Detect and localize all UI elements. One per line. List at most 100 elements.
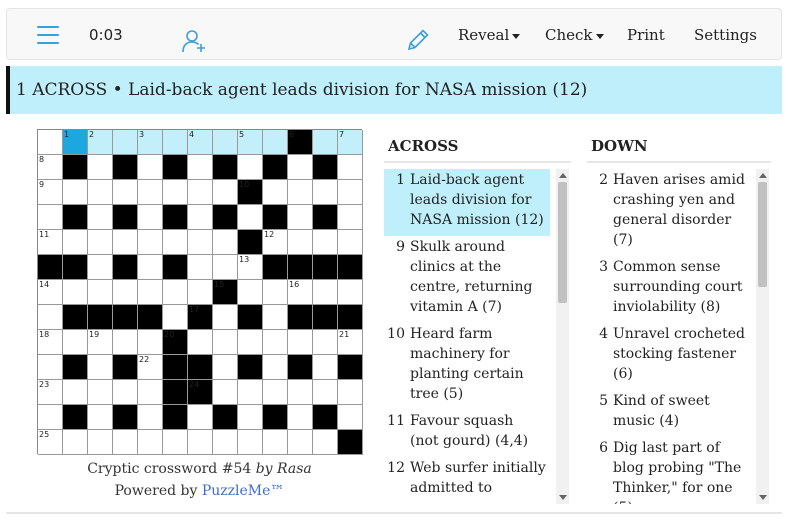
grid-cell[interactable] [288, 230, 313, 255]
grid-cell[interactable]: 5 [238, 130, 263, 155]
grid-cell[interactable] [188, 230, 213, 255]
grid-cell[interactable] [288, 180, 313, 205]
grid-cell[interactable] [188, 280, 213, 305]
scroll-up-arrow-icon[interactable] [759, 173, 767, 178]
clue-item[interactable]: 3 Common sense surrounding court inviolab… [587, 256, 753, 323]
clue-item[interactable]: 2 Haven arises amid crashing yen and gene… [587, 169, 753, 256]
grid-cell[interactable] [238, 430, 263, 455]
grid-cell[interactable] [238, 155, 263, 180]
grid-cell[interactable] [188, 255, 213, 280]
grid-cell[interactable] [113, 330, 138, 355]
grid-cell[interactable] [213, 255, 238, 280]
grid-cell[interactable] [338, 380, 363, 405]
grid-cell[interactable]: 1 [63, 130, 88, 155]
clue-item[interactable]: 12 Web surfer initially admitted to [384, 457, 550, 504]
across-scrollbar[interactable] [556, 169, 569, 504]
grid-cell[interactable] [38, 355, 63, 380]
check-menu[interactable]: Check [545, 9, 604, 61]
grid-cell[interactable] [288, 405, 313, 430]
grid-cell[interactable]: 11 [38, 230, 63, 255]
pencil-icon[interactable] [405, 22, 431, 51]
grid-cell[interactable] [138, 255, 163, 280]
grid-cell[interactable] [138, 155, 163, 180]
grid-cell[interactable] [113, 230, 138, 255]
grid-cell[interactable] [163, 280, 188, 305]
grid-cell[interactable] [138, 405, 163, 430]
grid-cell[interactable]: 16 [288, 280, 313, 305]
grid-cell[interactable] [338, 280, 363, 305]
grid-cell[interactable] [188, 430, 213, 455]
grid-cell[interactable] [138, 205, 163, 230]
puzzleme-link[interactable]: PuzzleMe™ [202, 483, 285, 499]
grid-cell[interactable]: 23 [38, 380, 63, 405]
grid-cell[interactable] [213, 330, 238, 355]
grid-cell[interactable] [288, 205, 313, 230]
grid-cell[interactable]: 12 [263, 230, 288, 255]
scroll-down-arrow-icon[interactable] [559, 495, 567, 500]
scrollbar-thumb[interactable] [758, 182, 767, 287]
grid-cell[interactable] [113, 130, 138, 155]
grid-cell[interactable]: 18 [38, 330, 63, 355]
grid-cell[interactable] [238, 280, 263, 305]
reveal-menu[interactable]: Reveal [458, 9, 520, 61]
grid-cell[interactable]: 8 [38, 155, 63, 180]
grid-cell[interactable] [188, 205, 213, 230]
grid-cell[interactable]: 19 [88, 330, 113, 355]
grid-cell[interactable] [163, 230, 188, 255]
grid-cell[interactable] [163, 180, 188, 205]
print-button[interactable]: Print [627, 9, 665, 61]
grid-cell[interactable] [188, 180, 213, 205]
grid-cell[interactable] [213, 380, 238, 405]
scroll-up-arrow-icon[interactable] [559, 173, 567, 178]
add-user-icon[interactable] [181, 23, 207, 53]
grid-cell[interactable]: 25 [38, 430, 63, 455]
clue-item[interactable]: 5 Kind of sweet music (4) [587, 390, 753, 437]
grid-cell[interactable] [263, 305, 288, 330]
grid-cell[interactable]: 2 [88, 130, 113, 155]
grid-cell[interactable] [238, 330, 263, 355]
grid-cell[interactable] [113, 430, 138, 455]
grid-cell[interactable] [213, 180, 238, 205]
grid-cell[interactable] [163, 130, 188, 155]
grid-cell[interactable] [138, 380, 163, 405]
grid-cell[interactable] [63, 380, 88, 405]
grid-cell[interactable] [288, 330, 313, 355]
grid-cell[interactable] [263, 130, 288, 155]
down-scrollbar[interactable] [756, 169, 769, 504]
grid-cell[interactable] [38, 205, 63, 230]
scroll-down-arrow-icon[interactable] [759, 495, 767, 500]
clue-item[interactable]: 11 Favour squash (not gourd) (4,4) [384, 410, 550, 457]
down-clue-scroll[interactable]: 2 Haven arises amid crashing yen and gene… [587, 169, 771, 504]
grid-cell[interactable] [338, 180, 363, 205]
grid-cell[interactable] [213, 230, 238, 255]
hamburger-menu-icon[interactable] [37, 26, 59, 44]
clue-item[interactable]: 6 Dig last part of blog probing "The Thin… [587, 437, 753, 504]
grid-cell[interactable] [63, 180, 88, 205]
grid-cell[interactable] [263, 430, 288, 455]
grid-cell[interactable] [38, 405, 63, 430]
grid-cell[interactable] [213, 430, 238, 455]
grid-cell[interactable] [213, 305, 238, 330]
grid-cell[interactable] [138, 430, 163, 455]
grid-cell[interactable] [338, 405, 363, 430]
grid-cell[interactable]: 7 [338, 130, 363, 155]
grid-cell[interactable] [238, 380, 263, 405]
grid-cell[interactable] [313, 280, 338, 305]
grid-cell[interactable] [263, 180, 288, 205]
grid-cell[interactable] [288, 155, 313, 180]
grid-cell[interactable]: 3 [138, 130, 163, 155]
grid-cell[interactable] [88, 355, 113, 380]
grid-cell[interactable] [88, 405, 113, 430]
grid-cell[interactable] [263, 380, 288, 405]
settings-button[interactable]: Settings [694, 9, 757, 61]
grid-cell[interactable] [88, 380, 113, 405]
grid-cell[interactable]: 4 [188, 130, 213, 155]
clue-item[interactable]: 1 Laid-back agent leads division for NASA… [384, 169, 550, 236]
grid-cell[interactable] [263, 280, 288, 305]
grid-cell[interactable] [38, 305, 63, 330]
grid-cell[interactable] [163, 305, 188, 330]
grid-cell[interactable] [88, 255, 113, 280]
grid-cell[interactable] [88, 155, 113, 180]
grid-cell[interactable]: 14 [38, 280, 63, 305]
grid-cell[interactable] [188, 155, 213, 180]
